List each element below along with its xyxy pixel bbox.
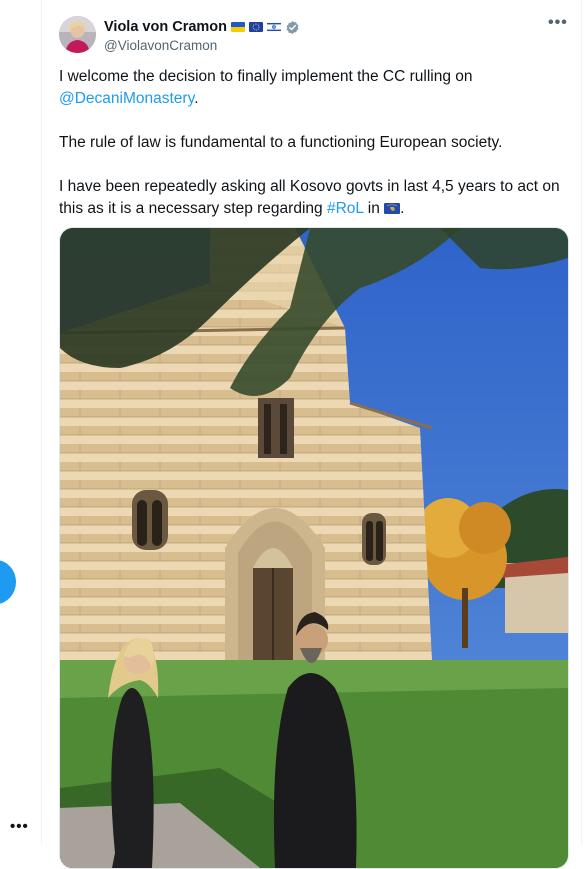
verified-badge-icon	[286, 20, 299, 34]
tweet-p3-text: I have been repeatedly asking all Kosovo…	[59, 178, 560, 217]
tweet-paragraph-2: The rule of law is fundamental to a func…	[59, 134, 503, 151]
tweet-photo[interactable]	[59, 227, 569, 869]
tweet-p3-in: in	[367, 200, 380, 217]
flag-eu-icon	[249, 22, 264, 32]
author-name[interactable]: Viola von Cramon	[104, 19, 227, 35]
tweet-p1-text: I welcome the decision to finally implem…	[59, 68, 473, 85]
avatar[interactable]	[59, 16, 96, 53]
right-column-divider	[581, 0, 582, 844]
author-handle[interactable]: @ViolavonCramon	[104, 38, 217, 53]
flag-kosovo-icon	[384, 203, 401, 214]
flag-israel-icon	[267, 22, 282, 32]
tweet-p3-end: .	[400, 200, 405, 217]
photo-church-with-two-people	[60, 228, 568, 868]
more-options-button[interactable]: •••	[548, 14, 568, 32]
sidebar-more-button[interactable]: •••	[10, 818, 29, 835]
tweet-paragraph-1: I welcome the decision to finally implem…	[59, 66, 571, 110]
tweet-paragraph-3: I have been repeatedly asking all Kosovo…	[59, 176, 571, 220]
left-column-divider	[41, 0, 42, 844]
hashtag-link[interactable]: #RoL	[327, 200, 363, 217]
mention-link[interactable]: @DecaniMonastery	[59, 90, 194, 107]
flag-ukraine-icon	[231, 22, 246, 32]
tweet-text: I welcome the decision to finally implem…	[59, 66, 571, 220]
author-row: Viola von Cramon	[104, 19, 300, 35]
tweet-p1-end: .	[194, 90, 199, 107]
compose-fab[interactable]	[0, 560, 16, 604]
